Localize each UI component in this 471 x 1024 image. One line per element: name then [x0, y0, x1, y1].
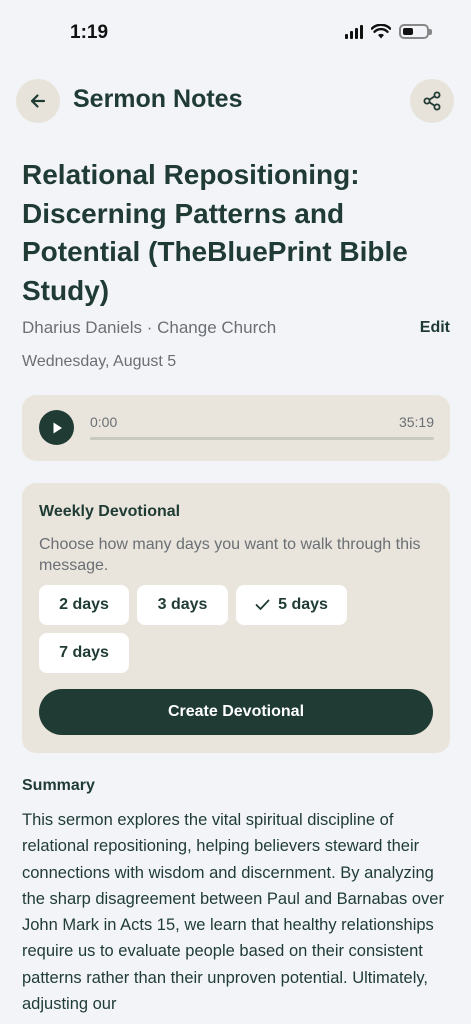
arrow-left-icon — [30, 94, 46, 108]
checkmark-icon — [255, 599, 270, 610]
days-option-label: 2 days — [59, 596, 109, 613]
cellular-signal-icon — [345, 24, 363, 39]
audio-player: 0:00 35:19 — [22, 395, 450, 461]
days-option-2[interactable]: 2 days — [39, 585, 129, 625]
sermon-meta: Dharius Daniels · Change Church Edit — [22, 318, 450, 338]
play-button[interactable] — [39, 410, 74, 445]
page-title: Sermon Notes — [73, 85, 243, 113]
days-option-label: 7 days — [59, 644, 109, 661]
speaker-church: Dharius Daniels · Change Church — [22, 318, 277, 337]
days-option-5[interactable]: 5 days — [236, 585, 347, 625]
edit-button[interactable]: Edit — [420, 319, 450, 337]
header-bar: Sermon Notes — [0, 78, 471, 124]
devotional-description: Choose how many days you want to walk th… — [39, 536, 421, 574]
play-icon — [53, 422, 62, 433]
total-time: 35:19 — [398, 414, 434, 430]
wifi-icon — [371, 24, 391, 39]
status-time: 1:19 — [70, 22, 109, 43]
progress-scrubber[interactable] — [90, 437, 434, 440]
days-option-label: 5 days — [278, 596, 328, 613]
create-devotional-button[interactable]: Create Devotional — [39, 689, 433, 735]
share-button[interactable] — [410, 79, 454, 123]
status-icons — [345, 24, 432, 39]
battery-icon — [399, 24, 432, 39]
status-bar: 1:19 — [0, 0, 471, 64]
current-time: 0:00 — [90, 414, 118, 430]
back-button[interactable] — [16, 79, 60, 123]
days-option-label: 3 days — [157, 596, 208, 613]
sermon-date: Wednesday, August 5 — [22, 353, 177, 370]
days-option-7[interactable]: 7 days — [39, 633, 129, 673]
summary-text: This sermon explores the vital spiritual… — [22, 811, 444, 1014]
days-option-3[interactable]: 3 days — [137, 585, 228, 625]
summary-heading: Summary — [22, 777, 95, 794]
devotional-card: Weekly Devotional Choose how many days y… — [22, 483, 450, 753]
share-icon — [423, 91, 441, 111]
sermon-title: Relational Repositioning: Discerning Pat… — [22, 159, 408, 306]
battery-level — [403, 28, 413, 35]
devotional-title: Weekly Devotional — [39, 503, 181, 520]
